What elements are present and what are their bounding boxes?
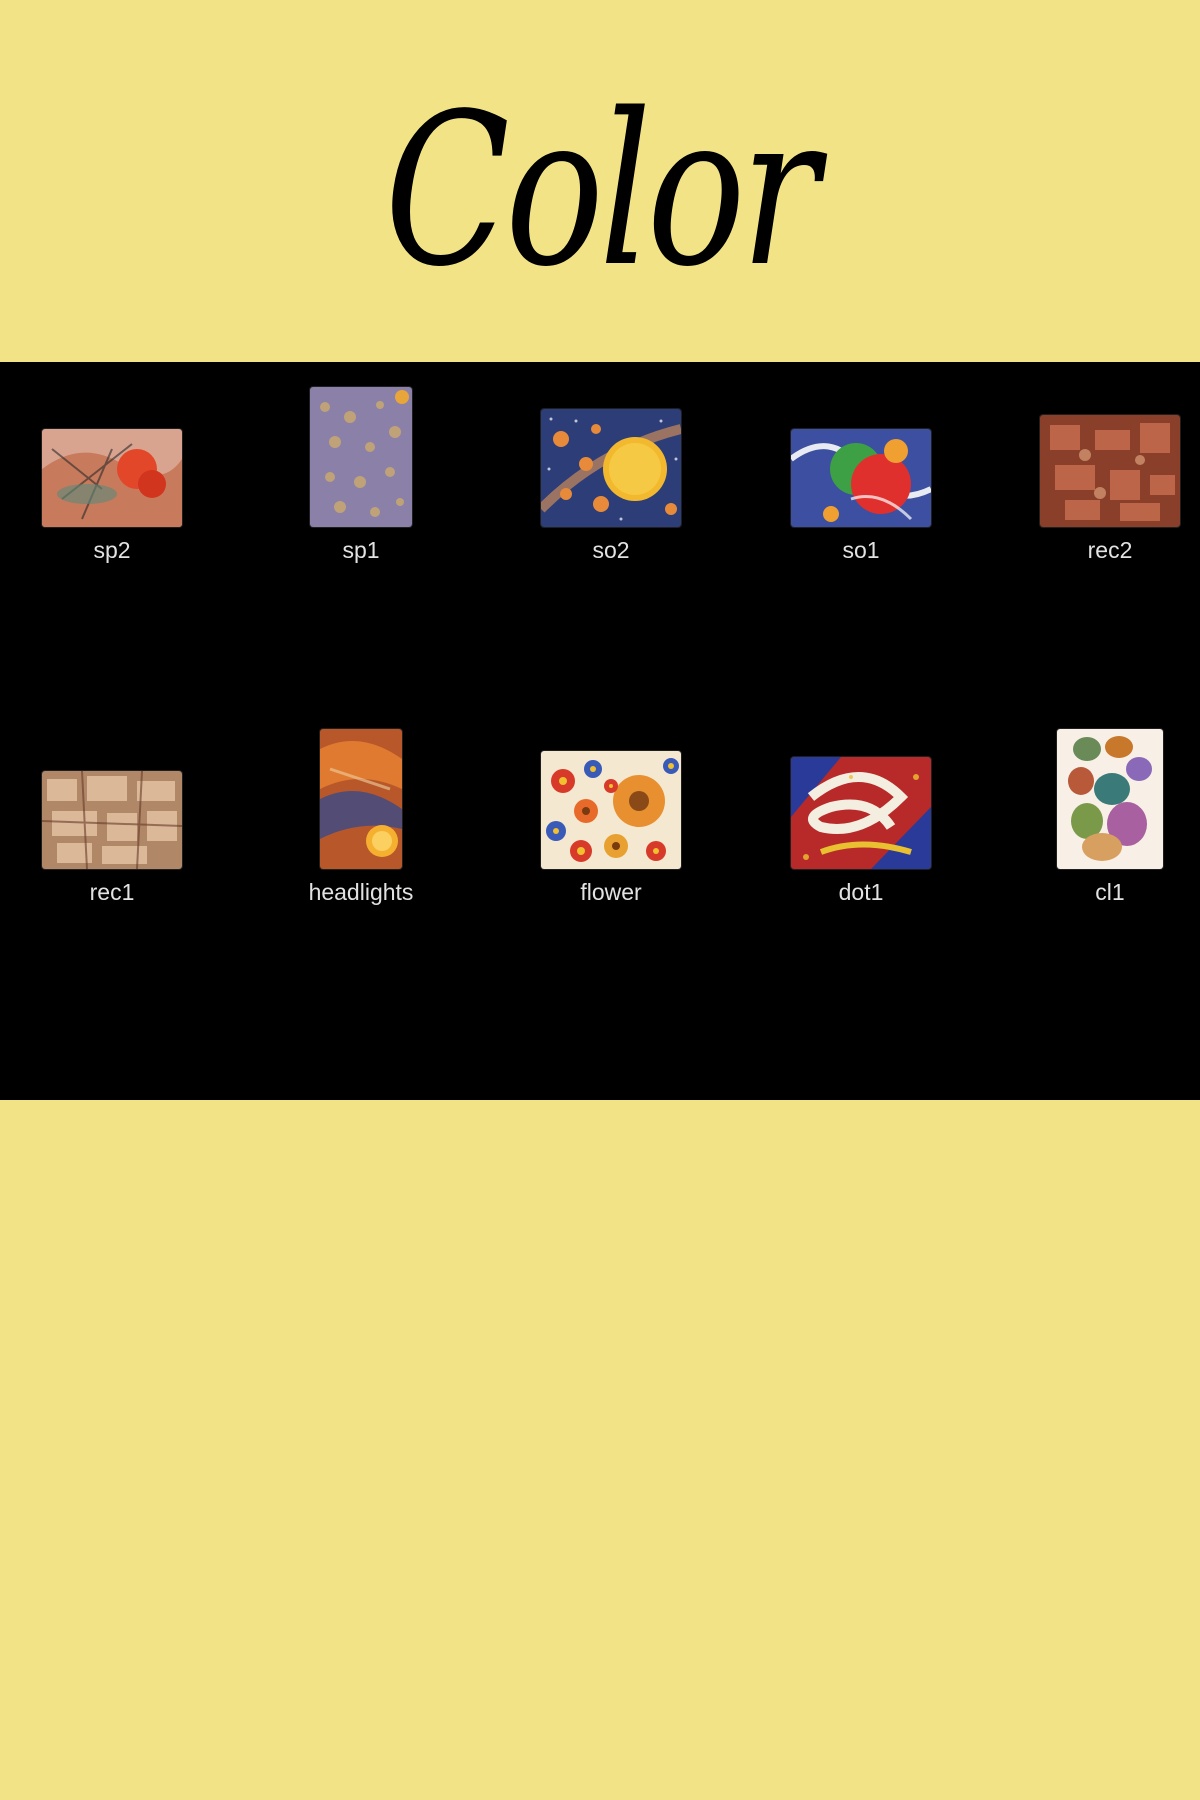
gallery-item-label: flower (580, 879, 642, 905)
painting-dot1-thumbnail[interactable] (791, 757, 931, 869)
gallery-item-label: cl1 (1095, 879, 1125, 905)
gallery-item-label: sp1 (342, 537, 380, 563)
gallery-item-label: dot1 (838, 879, 884, 905)
gallery-item-cl1[interactable]: cl1 (985, 704, 1200, 904)
painting-rec2-thumbnail[interactable] (1040, 415, 1180, 527)
painting-sp1-thumbnail[interactable] (310, 387, 412, 527)
page-header: Color (0, 0, 1200, 362)
gallery-item-headlights[interactable]: headlights (236, 704, 486, 904)
gallery-item-rec1[interactable]: rec1 (0, 704, 237, 904)
gallery-item-label: rec2 (1087, 537, 1133, 563)
gallery-item-flower[interactable]: flower (486, 704, 736, 904)
gallery-item-label: sp2 (93, 537, 131, 563)
gallery-item-rec2[interactable]: rec2 (985, 362, 1200, 562)
gallery-item-label: so1 (842, 537, 880, 563)
image-gallery: sp2 sp1 so2 so1 rec2 rec1 headlights flo… (0, 362, 1200, 1100)
painting-rec1-thumbnail[interactable] (42, 771, 182, 869)
painting-cl1-thumbnail[interactable] (1057, 729, 1163, 869)
painting-so1-thumbnail[interactable] (791, 429, 931, 527)
gallery-item-so2[interactable]: so2 (486, 362, 736, 562)
gallery-item-dot1[interactable]: dot1 (736, 704, 986, 904)
painting-headlights-thumbnail[interactable] (320, 729, 402, 869)
gallery-item-label: headlights (308, 879, 414, 905)
gallery-item-label: rec1 (89, 879, 135, 905)
painting-sp2-thumbnail[interactable] (42, 429, 182, 527)
page-title: Color (385, 68, 820, 313)
painting-flower-thumbnail[interactable] (541, 751, 681, 869)
gallery-item-sp1[interactable]: sp1 (236, 362, 486, 562)
painting-so2-thumbnail[interactable] (541, 409, 681, 527)
gallery-item-so1[interactable]: so1 (736, 362, 986, 562)
gallery-item-sp2[interactable]: sp2 (0, 362, 237, 562)
gallery-item-label: so2 (592, 537, 630, 563)
